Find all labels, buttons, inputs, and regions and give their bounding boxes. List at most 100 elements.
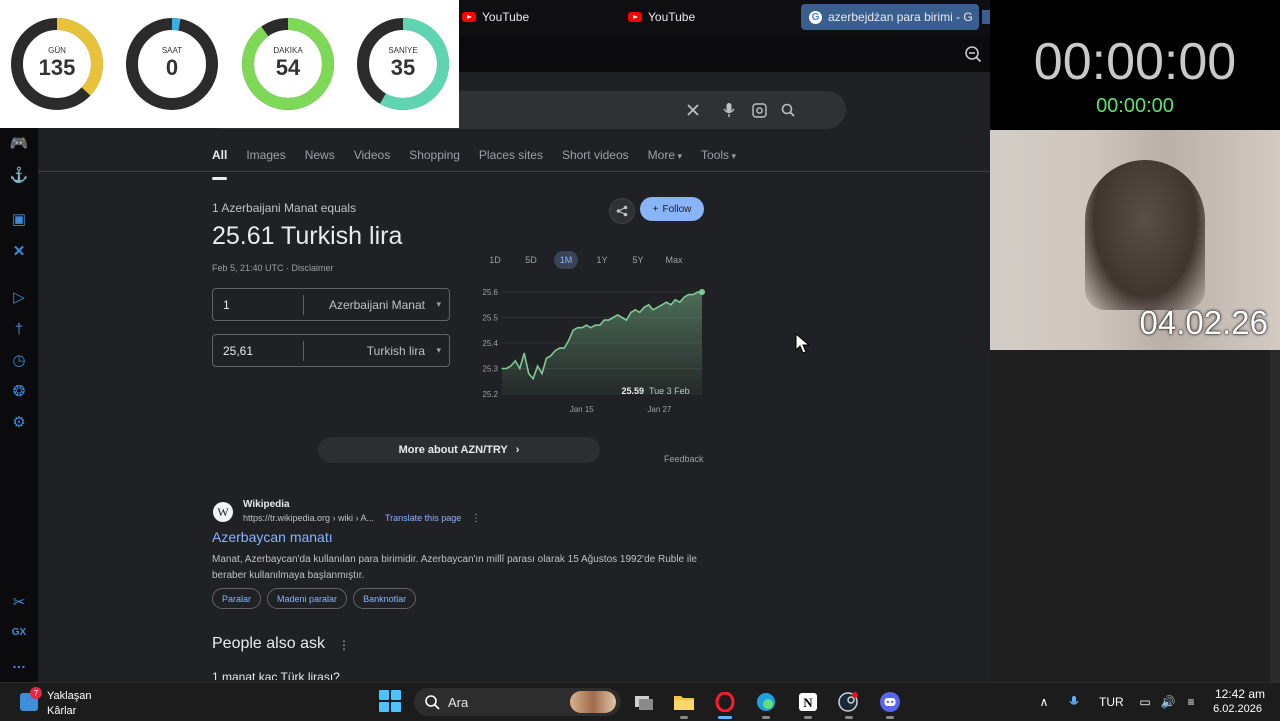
- tools-icon[interactable]: ✂: [10, 593, 28, 611]
- share-button[interactable]: [609, 198, 635, 224]
- notion-button[interactable]: N: [795, 689, 821, 719]
- twitch-icon[interactable]: ▣: [10, 210, 28, 228]
- feedback-link[interactable]: Feedback: [664, 454, 704, 464]
- settings-icon[interactable]: ⚙: [10, 413, 28, 431]
- player-icon[interactable]: ▷: [10, 288, 28, 306]
- tab-youtube-1[interactable]: YouTube: [454, 4, 537, 30]
- page-scrollbar[interactable]: [1270, 350, 1280, 682]
- microphone-icon[interactable]: [720, 101, 738, 119]
- chip-paralar[interactable]: Paralar: [212, 588, 262, 609]
- tab-shopping[interactable]: Shopping: [409, 148, 460, 172]
- tab-places-sites[interactable]: Places sites: [479, 148, 543, 172]
- taskbar-search[interactable]: Ara: [414, 688, 621, 716]
- chart-point: [692, 293, 694, 296]
- chart-point: [532, 378, 534, 380]
- translate-link[interactable]: Translate this page: [385, 513, 461, 523]
- people-also-ask-question[interactable]: 1 manat kaç Türk lirası?: [212, 670, 340, 680]
- conversion-rate: 25.61 Turkish lira: [212, 222, 403, 250]
- from-amount-value[interactable]: 1: [223, 298, 230, 312]
- webcam-person: [1085, 160, 1205, 310]
- lens-icon[interactable]: [750, 101, 768, 119]
- task-view-button[interactable]: [631, 689, 657, 715]
- gaming-icon[interactable]: 🎮: [10, 134, 29, 152]
- network-icon[interactable]: ≡: [1182, 693, 1200, 711]
- tab-more[interactable]: More: [648, 148, 682, 172]
- tab-images[interactable]: Images: [246, 148, 285, 172]
- volume-icon[interactable]: 🔊: [1159, 693, 1177, 711]
- microphone-icon[interactable]: [1065, 693, 1083, 711]
- ship-icon[interactable]: ⚓: [10, 166, 29, 184]
- notion-icon: N: [799, 693, 817, 711]
- exchange-rate-chart[interactable]: 25.6 25.5 25.4 25.3 25.2 25.59 Tue 3 Feb Jan…: [458, 284, 708, 416]
- opera-gx-button[interactable]: [712, 689, 738, 719]
- clear-icon[interactable]: [684, 101, 702, 119]
- more-options-icon[interactable]: ⋮: [338, 638, 350, 652]
- start-button[interactable]: [379, 690, 401, 712]
- from-currency-select[interactable]: Azerbaijani Manat: [329, 298, 425, 312]
- to-amount-field[interactable]: 25,61 Turkish lira ▾: [212, 334, 450, 367]
- chart-point: [568, 339, 570, 342]
- range-1m[interactable]: 1M: [554, 251, 578, 269]
- tab-all[interactable]: All: [212, 148, 228, 180]
- hours-value: 0: [165, 55, 179, 80]
- range-max[interactable]: Max: [662, 251, 686, 269]
- result-source[interactable]: Wikipedia: [243, 499, 290, 510]
- range-1d[interactable]: 1D: [483, 251, 507, 269]
- result-url[interactable]: https://tr.wikipedia.org › wiki › A...: [243, 513, 374, 523]
- chart-x-tick: Jan 15: [570, 405, 595, 414]
- more-icon[interactable]: …: [0, 655, 38, 671]
- weather-widget[interactable]: 7 Yaklaşan Kârlar: [18, 687, 128, 717]
- stopwatch-overlay: 00:00:00 00:00:00: [990, 0, 1280, 130]
- language-indicator[interactable]: TUR: [1099, 695, 1124, 709]
- from-amount-field[interactable]: 1 Azerbaijani Manat ▾: [212, 288, 450, 321]
- display-icon[interactable]: ▭: [1136, 693, 1154, 711]
- chart-point: [545, 357, 548, 359]
- more-about-button[interactable]: More about AZN/TRY ›: [318, 437, 600, 463]
- tab-short-videos[interactable]: Short videos: [562, 148, 629, 172]
- tab-google-search[interactable]: G azerbejdżan para birimi - G: [801, 4, 979, 30]
- field-separator: [303, 341, 304, 361]
- chevron-down-icon[interactable]: ▾: [436, 299, 441, 310]
- tab-youtube-2[interactable]: YouTube: [620, 4, 703, 30]
- range-5d[interactable]: 5D: [519, 251, 543, 269]
- file-explorer-button[interactable]: [671, 689, 697, 719]
- chart-tooltip-date: Tue 3 Feb: [649, 386, 690, 396]
- result-title-link[interactable]: Azerbaycan manatı: [212, 529, 333, 545]
- chart-point: [523, 352, 525, 354]
- extensions-icon[interactable]: ❂: [10, 382, 28, 400]
- chevron-up-icon[interactable]: ∧: [1035, 693, 1053, 711]
- chart-point: [683, 296, 685, 298]
- gx-icon[interactable]: GX: [0, 627, 38, 638]
- chevron-down-icon[interactable]: ▾: [436, 345, 441, 356]
- x-icon[interactable]: ✕: [10, 242, 28, 260]
- pin-icon[interactable]: †: [10, 320, 28, 338]
- edge-button[interactable]: [753, 689, 779, 719]
- chip-madeni-paralar[interactable]: Madeni paralar: [267, 588, 348, 609]
- to-amount-value[interactable]: 25,61: [223, 344, 253, 358]
- history-icon[interactable]: ◷: [10, 351, 28, 369]
- range-1y[interactable]: 1Y: [590, 251, 614, 269]
- more-options-icon[interactable]: ⋮: [471, 513, 481, 524]
- tab-tools[interactable]: Tools: [701, 148, 736, 172]
- divider: [38, 171, 990, 172]
- chart-point: [621, 316, 623, 319]
- chart-end-point: [699, 289, 705, 295]
- tab-edge[interactable]: [982, 10, 990, 24]
- discord-button[interactable]: [877, 689, 903, 719]
- chart-point: [554, 350, 556, 352]
- tab-videos[interactable]: Videos: [354, 148, 390, 172]
- chip-banknotlar[interactable]: Banknotlar: [353, 588, 417, 609]
- field-separator: [303, 295, 304, 315]
- search-icon[interactable]: [779, 101, 797, 119]
- chart-point: [674, 299, 676, 301]
- follow-button[interactable]: + Follow: [640, 197, 704, 221]
- clock-time[interactable]: 12:42 am: [1205, 687, 1265, 701]
- range-5y[interactable]: 5Y: [626, 251, 650, 269]
- clock-date[interactable]: 6.02.2026: [1200, 703, 1262, 715]
- tab-news[interactable]: News: [305, 148, 335, 172]
- chart-tooltip-value: 25.59: [621, 386, 644, 396]
- to-currency-select[interactable]: Turkish lira: [367, 344, 425, 358]
- zoom-out-icon[interactable]: [964, 45, 982, 63]
- edge-icon: [757, 693, 775, 711]
- steam-button[interactable]: [836, 689, 862, 719]
